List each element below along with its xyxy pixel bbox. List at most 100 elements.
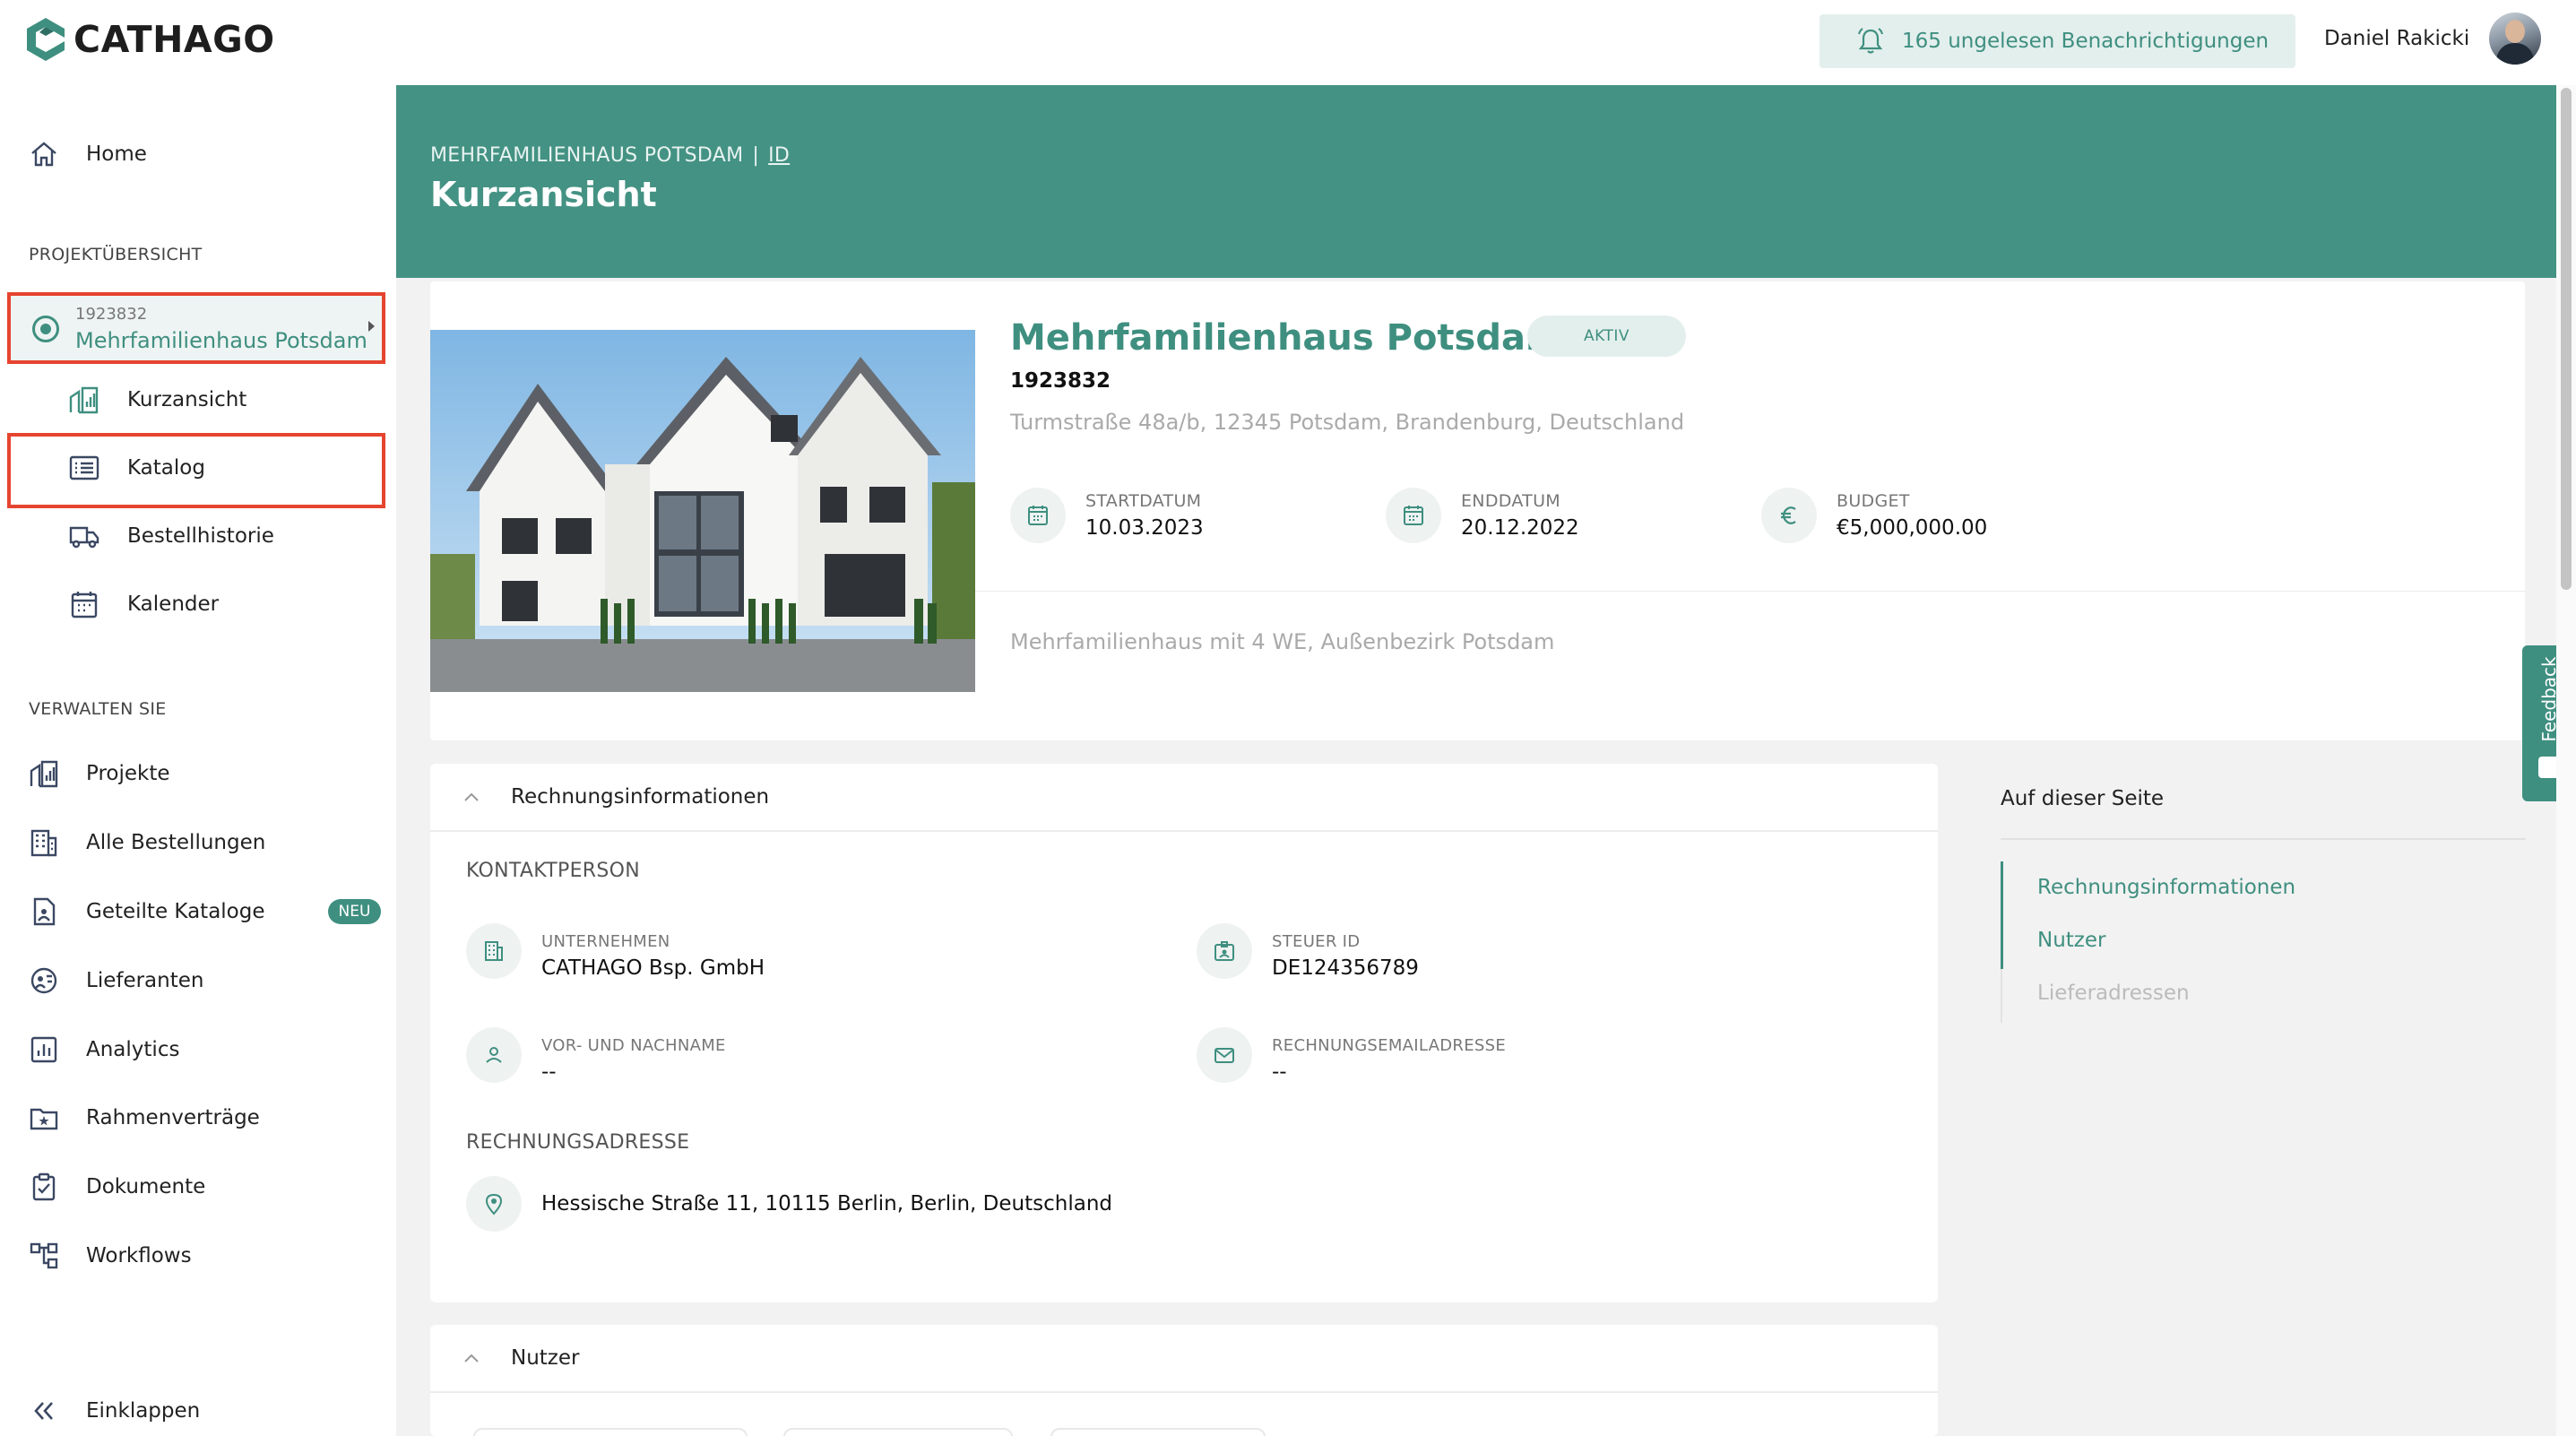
caret-right-icon	[368, 321, 375, 332]
section-label-project: PROJEKTÜBERSICHT	[29, 245, 203, 264]
sidebar-item-kurzansicht[interactable]: Kurzansicht	[68, 385, 246, 415]
bar-chart-icon	[30, 1036, 57, 1063]
sidebar-item-geteilte-kataloge[interactable]: Geteilte Kataloge NEU	[29, 896, 382, 927]
on-this-page-title: Auf dieser Seite	[2001, 787, 2165, 810]
collapse-sidebar-button[interactable]: Einklappen	[29, 1396, 200, 1426]
chevron-up-icon[interactable]	[462, 789, 480, 807]
sidebar-item-projekte[interactable]: Projekte	[29, 758, 170, 789]
brand-name: CATHAGO	[73, 18, 275, 61]
users-panel: Nutzer	[430, 1325, 1938, 1436]
radio-selected-icon	[32, 316, 59, 342]
budget-field: BUDGET €5,000,000.00	[1761, 488, 1987, 543]
bell-icon	[1858, 28, 1883, 54]
breadcrumb-separator: |	[752, 144, 760, 167]
mail-icon	[1197, 1027, 1252, 1083]
calendar-icon	[1386, 488, 1441, 543]
billing-email-label: RECHNUNGSEMAILADRESSE	[1272, 1036, 1507, 1055]
sidebar-item-workflows[interactable]: Workflows	[29, 1241, 192, 1271]
chevron-up-icon[interactable]	[462, 1350, 480, 1368]
billing-address-value: Hessische Straße 11, 10115 Berlin, Berli…	[541, 1192, 1113, 1215]
company-label: UNTERNEHMEN	[541, 932, 670, 951]
contact-name-value: --	[541, 1060, 557, 1084]
sidebar-item-label: Katalog	[127, 456, 205, 480]
sidebar-item-rahmenvertraege[interactable]: Rahmenverträge	[29, 1103, 260, 1133]
avatar[interactable]	[2489, 13, 2542, 65]
billing-panel-title: Rechnungsinformationen	[511, 785, 770, 809]
double-chevron-left-icon	[34, 1402, 53, 1420]
person-icon	[466, 1027, 522, 1083]
user-chip[interactable]	[1050, 1428, 1266, 1436]
billing-email-field: RECHNUNGSEMAILADRESSE --	[1197, 1027, 1506, 1084]
breadcrumb: MEHRFAMILIENHAUS POTSDAM | ID	[430, 144, 790, 167]
start-date-label: STARTDATUM	[1085, 491, 1202, 511]
shared-document-icon	[33, 897, 56, 926]
project-name: Mehrfamilienhaus Potsdam	[75, 328, 367, 353]
user-menu[interactable]: Daniel Rakicki	[2324, 13, 2542, 65]
contact-heading: KONTAKTPERSON	[466, 860, 641, 882]
sidebar-item-lieferanten[interactable]: Lieferanten	[29, 965, 203, 996]
users-panel-header[interactable]: Nutzer	[430, 1325, 1938, 1393]
project-id: 1923832	[1010, 369, 1111, 393]
workflow-icon	[30, 1242, 58, 1269]
divider	[2001, 838, 2526, 840]
sidebar-item-dokumente[interactable]: Dokumente	[29, 1172, 205, 1202]
sidebar-item-katalog[interactable]: Katalog	[68, 453, 205, 483]
start-date-value: 10.03.2023	[1085, 516, 1204, 540]
toc-link-lieferadressen[interactable]: Lieferadressen	[2037, 982, 2190, 1005]
buildings-icon	[30, 760, 58, 788]
budget-label: BUDGET	[1837, 491, 1910, 511]
building-chart-icon	[69, 386, 99, 414]
toc-link-rechnungsinformationen[interactable]: Rechnungsinformationen	[2037, 876, 2295, 899]
brand-logo[interactable]: CATHAGO	[27, 18, 275, 61]
project-id: 1923832	[75, 305, 148, 324]
sidebar-item-label: Kurzansicht	[127, 388, 247, 411]
sidebar-item-label: Kalender	[127, 593, 220, 616]
toc-link-nutzer[interactable]: Nutzer	[2037, 929, 2105, 952]
toc-active-indicator	[2001, 861, 2003, 969]
sidebar-item-label: Home	[86, 143, 147, 166]
user-chip[interactable]	[473, 1428, 748, 1436]
home-icon	[31, 142, 56, 167]
end-date-label: ENDDATUM	[1461, 491, 1560, 511]
tax-id-field: STEUER ID DE124356789	[1197, 923, 1419, 980]
collapse-label: Einklappen	[86, 1399, 201, 1423]
scrollbar-thumb[interactable]	[2561, 88, 2572, 590]
sidebar-project-selector[interactable]: 1923832 Mehrfamilienhaus Potsdam	[7, 292, 385, 364]
user-chip[interactable]	[783, 1428, 1013, 1436]
sidebar-item-kalender[interactable]: Kalender	[68, 589, 219, 619]
divider	[975, 591, 2525, 592]
new-badge: NEU	[327, 899, 382, 924]
billing-panel-header[interactable]: Rechnungsinformationen	[430, 764, 1938, 832]
office-building-icon	[30, 829, 57, 857]
contact-name-label: VOR- UND NACHNAME	[541, 1036, 726, 1055]
page-header: MEHRFAMILIENHAUS POTSDAM | ID Kurzansicht	[396, 85, 2556, 278]
sidebar-item-label: Lieferanten	[86, 969, 204, 992]
location-pin-icon	[466, 1176, 522, 1232]
top-bar: CATHAGO 165 ungelesen Benachrichtigungen…	[0, 0, 2576, 85]
contact-name-field: VOR- UND NACHNAME --	[466, 1027, 726, 1084]
sidebar-item-analytics[interactable]: Analytics	[29, 1034, 179, 1065]
notifications-button[interactable]: 165 ungelesen Benachrichtigungen	[1820, 14, 2295, 68]
billing-info-panel: Rechnungsinformationen KONTAKTPERSON UNT…	[430, 764, 1938, 1302]
truck-icon	[69, 526, 99, 549]
calendar-icon	[71, 592, 98, 619]
billing-address-field: Hessische Straße 11, 10115 Berlin, Berli…	[466, 1176, 1112, 1232]
sidebar-item-bestellhistorie[interactable]: Bestellhistorie	[68, 521, 274, 551]
id-card-icon	[1197, 923, 1252, 979]
euro-icon	[1761, 488, 1817, 543]
company-field: UNTERNEHMEN CATHAGO Bsp. GmbH	[466, 923, 765, 980]
toc-track	[2001, 969, 2002, 1023]
sidebar-item-alle-bestellungen[interactable]: Alle Bestellungen	[29, 827, 265, 858]
section-label-manage: VERWALTEN SIE	[29, 699, 167, 719]
sidebar-item-label: Bestellhistorie	[127, 524, 274, 548]
sidebar-item-label: Geteilte Kataloge	[86, 900, 265, 923]
end-date-value: 20.12.2022	[1461, 516, 1579, 540]
budget-value: €5,000,000.00	[1837, 516, 1988, 540]
billing-email-value: --	[1272, 1060, 1287, 1084]
sidebar-item-home[interactable]: Home	[29, 139, 147, 169]
sidebar-item-label: Analytics	[86, 1038, 180, 1061]
breadcrumb-project[interactable]: MEHRFAMILIENHAUS POTSDAM	[430, 144, 743, 167]
company-value: CATHAGO Bsp. GmbH	[541, 956, 765, 980]
project-address: Turmstraße 48a/b, 12345 Potsdam, Branden…	[1010, 410, 1685, 435]
breadcrumb-id-link[interactable]: ID	[768, 144, 790, 167]
